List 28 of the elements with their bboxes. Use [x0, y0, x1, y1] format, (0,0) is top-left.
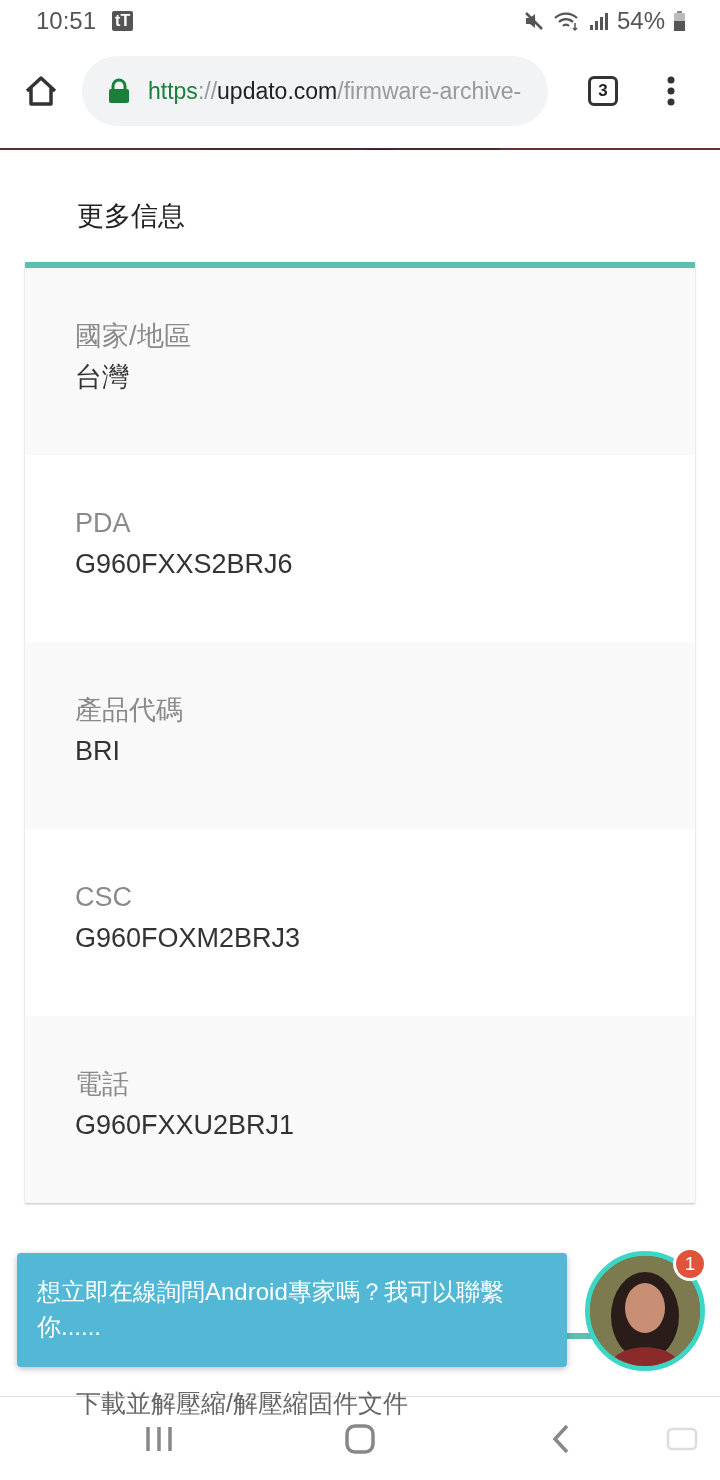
section-heading: 更多信息 [76, 200, 186, 233]
home-button-icon[interactable] [345, 1423, 375, 1454]
section-heading: 下載並解壓縮/解壓縮固件文件 [76, 1388, 408, 1419]
menu-icon[interactable] [666, 76, 676, 106]
field-value: 台灣 [75, 361, 130, 395]
tab-count-button[interactable]: 3 [588, 76, 618, 106]
back-icon[interactable] [552, 1423, 570, 1454]
mute-icon [522, 10, 545, 32]
field-label: PDA [75, 507, 132, 540]
notification-badge: 1 [673, 1247, 707, 1281]
status-time: 10:51 [36, 6, 97, 36]
home-icon[interactable] [24, 75, 58, 107]
field-value: G960FOXM2BRJ3 [75, 922, 302, 956]
recent-apps-icon[interactable] [144, 1424, 174, 1453]
signal-icon [588, 10, 609, 32]
battery-icon [673, 10, 686, 32]
wifi-icon [552, 10, 581, 32]
notification-app-icon: tT [112, 11, 134, 31]
field-value: G960FXXU2BRJ1 [75, 1109, 296, 1143]
field-label: 電話 [75, 1068, 130, 1101]
battery-percent: 54% [616, 6, 665, 36]
field-value: G960FXXS2BRJ6 [75, 548, 294, 582]
field-value: BRI [75, 735, 121, 769]
lock-icon [108, 78, 130, 104]
url-field[interactable]: https://updato.com/firmware-archive- [82, 56, 548, 126]
field-label: 國家/地區 [75, 320, 192, 353]
field-label: 產品代碼 [75, 694, 184, 727]
field-label: CSC [75, 881, 133, 914]
